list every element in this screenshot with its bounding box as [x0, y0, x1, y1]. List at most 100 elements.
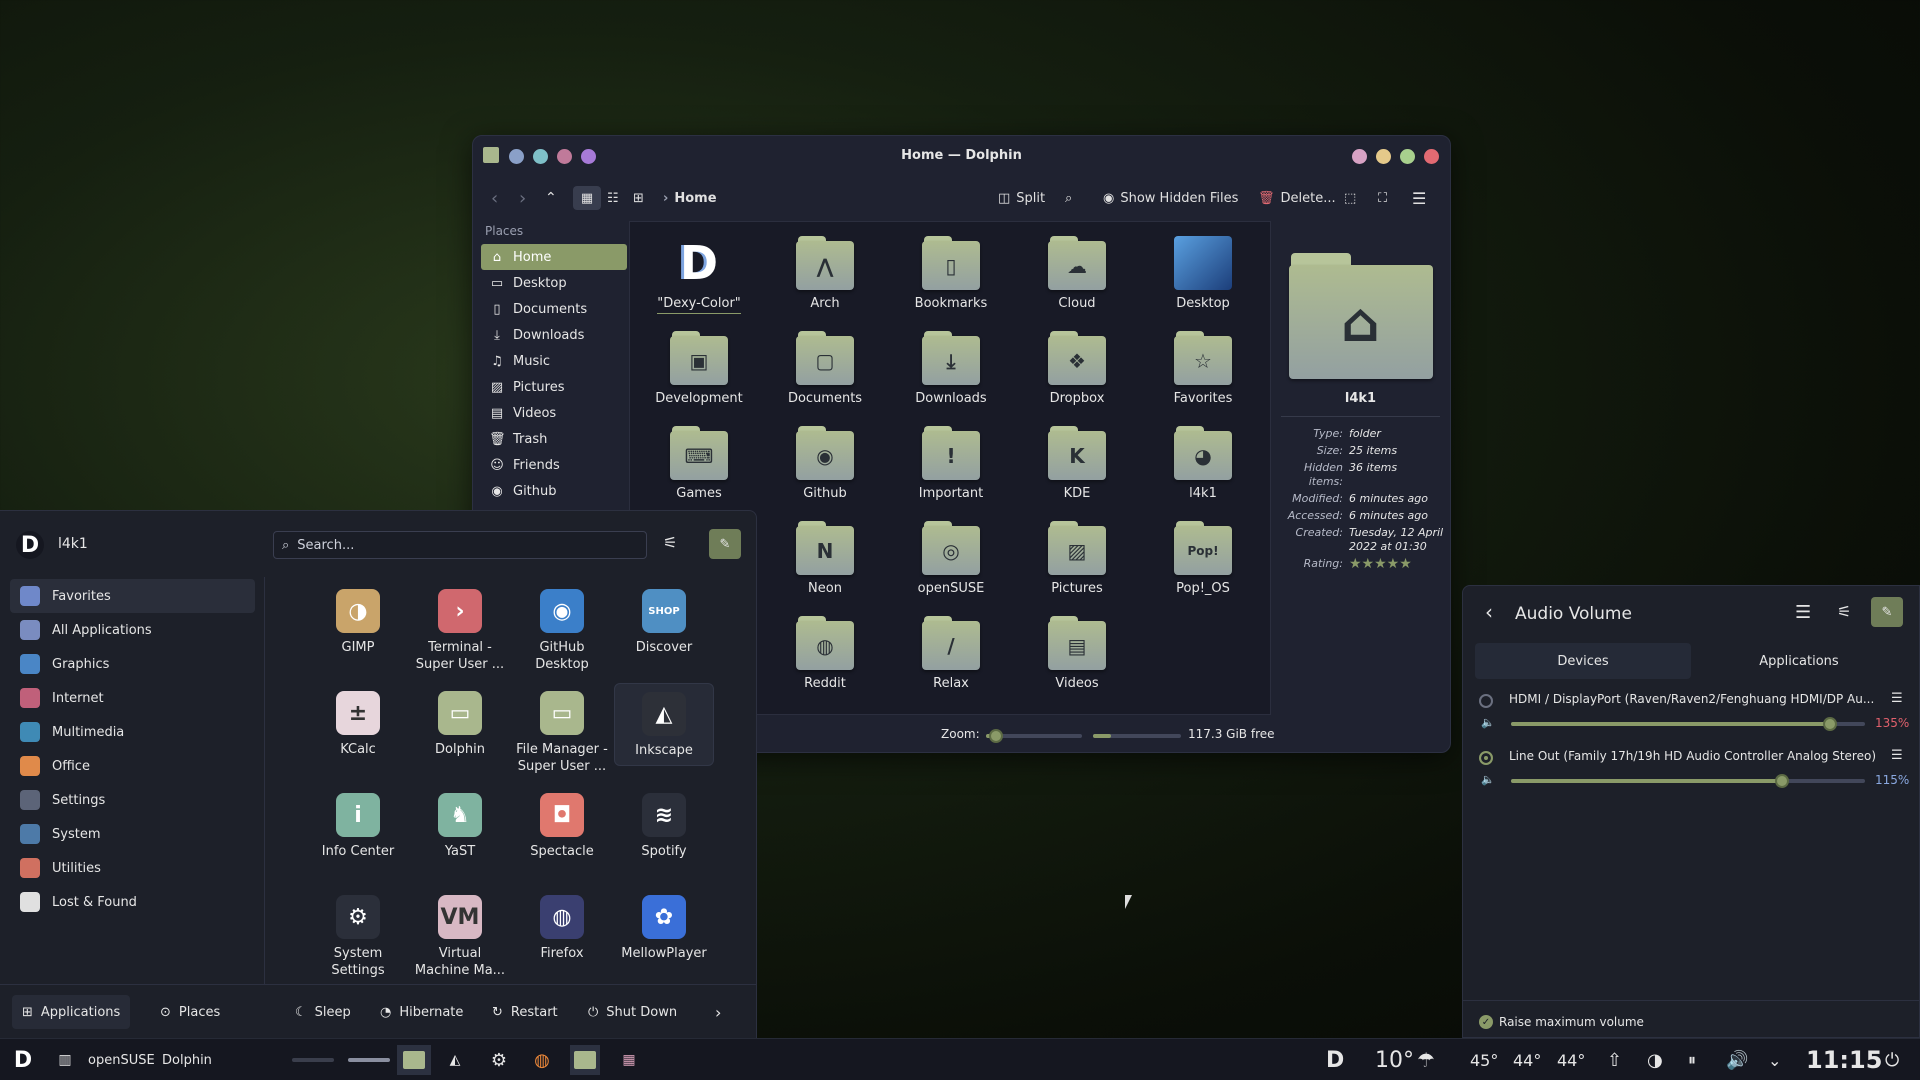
- hibernate-button[interactable]: ◔ Hibernate: [370, 995, 473, 1029]
- rating-stars[interactable]: ★★★★★: [1349, 557, 1448, 571]
- delete-button[interactable]: 🗑 Delete...: [1258, 186, 1336, 210]
- file-item[interactable]: ◍ Reddit: [770, 616, 880, 691]
- icons-view-button[interactable]: ▦: [573, 186, 601, 210]
- breadcrumb-home[interactable]: Home: [674, 191, 716, 206]
- tab-devices[interactable]: Devices: [1475, 643, 1691, 679]
- more-chevron-icon[interactable]: ›: [705, 995, 731, 1029]
- search-field[interactable]: ⌕ Search...: [273, 531, 647, 559]
- details-view-button[interactable]: ⊞: [633, 186, 644, 210]
- zoom-slider[interactable]: [986, 729, 1082, 743]
- task-inkscape-icon[interactable]: ◭: [440, 1045, 470, 1075]
- file-item[interactable]: ☁ Cloud: [1022, 236, 1132, 311]
- file-item[interactable]: ▣ Development: [644, 331, 754, 406]
- split-button[interactable]: ◫ Split: [998, 186, 1045, 210]
- file-item[interactable]: ▨ Pictures: [1022, 521, 1132, 596]
- restart-button[interactable]: ↻ Restart: [482, 995, 568, 1029]
- file-item[interactable]: Pop! Pop!_OS: [1148, 521, 1258, 596]
- volume-handle[interactable]: [1775, 774, 1790, 788]
- file-item[interactable]: D "Dexy-Color": [644, 236, 754, 314]
- clock[interactable]: 11:15: [1806, 1039, 1882, 1080]
- power-icon[interactable]: ⏻: [1885, 1039, 1899, 1080]
- sidebar-item-pictures[interactable]: ▨ Pictures: [481, 374, 627, 400]
- app-gimp[interactable]: ◑ GIMP: [308, 581, 408, 662]
- app-yast[interactable]: ♞ YaST: [410, 785, 510, 866]
- weather-rain-icon[interactable]: ☂: [1417, 1039, 1435, 1080]
- select-icon[interactable]: ⬚: [1344, 186, 1356, 210]
- back-icon[interactable]: ‹: [491, 186, 498, 210]
- category-utilities[interactable]: Utilities: [10, 851, 255, 885]
- tray-expand-chevron-icon[interactable]: ⌄: [1768, 1039, 1781, 1080]
- audio-pin-button[interactable]: ✎: [1871, 597, 1903, 627]
- device-menu-icon[interactable]: ☰: [1891, 748, 1903, 763]
- desktop-pager-1[interactable]: [292, 1058, 334, 1062]
- file-item[interactable]: ❖ Dropbox: [1022, 331, 1132, 406]
- file-item[interactable]: K KDE: [1022, 426, 1132, 501]
- cpu-temp[interactable]: 45°: [1470, 1039, 1498, 1080]
- app-spotify[interactable]: ≋ Spotify: [614, 785, 714, 866]
- app-info-center[interactable]: i Info Center: [308, 785, 408, 866]
- sidebar-item-github[interactable]: ◉ Github: [481, 478, 627, 504]
- sidebar-item-friends[interactable]: ☺ Friends: [481, 452, 627, 478]
- app-github-desktop[interactable]: ◉ GitHub Desktop: [512, 581, 612, 679]
- weather-temperature[interactable]: 10°: [1375, 1039, 1414, 1080]
- board-temp[interactable]: 44°: [1557, 1039, 1585, 1080]
- applications-tab[interactable]: ⊞ Applications: [12, 995, 131, 1029]
- file-item[interactable]: ⌨ Games: [644, 426, 754, 501]
- maximize-button[interactable]: [1376, 149, 1391, 164]
- fullscreen-icon[interactable]: ⛶: [1378, 186, 1387, 210]
- forward-icon[interactable]: ›: [519, 186, 526, 210]
- category-all-applications[interactable]: All Applications: [10, 613, 255, 647]
- app-spectacle[interactable]: ◘ Spectacle: [512, 785, 612, 866]
- file-item[interactable]: ! Important: [896, 426, 1006, 501]
- media-pause-icon[interactable]: ⏸: [1688, 1039, 1696, 1080]
- file-item[interactable]: Desktop: [1148, 236, 1258, 311]
- file-item[interactable]: ▤ Videos: [1022, 616, 1132, 691]
- pin-button[interactable]: ✎: [709, 529, 741, 559]
- app-virtual-machine[interactable]: VM Virtual Machine Ma...: [410, 887, 510, 985]
- night-color-icon[interactable]: ◑: [1647, 1039, 1663, 1080]
- file-item[interactable]: ⋀ Arch: [770, 236, 880, 311]
- task-dolphin-thumb[interactable]: [397, 1045, 431, 1075]
- zoom-handle[interactable]: [988, 729, 1003, 743]
- app-kcalc[interactable]: ± KCalc: [308, 683, 408, 764]
- file-item[interactable]: N Neon: [770, 521, 880, 596]
- show-hidden-files-button[interactable]: ◉ Show Hidden Files: [1103, 186, 1238, 210]
- app-terminal[interactable]: › Terminal - Super User ...: [410, 581, 510, 679]
- volume-slider[interactable]: [1511, 774, 1865, 788]
- configure-icon[interactable]: ⚟: [663, 533, 677, 552]
- sidebar-item-trash[interactable]: 🗑 Trash: [481, 426, 627, 452]
- task-kcalc-icon[interactable]: ▦: [614, 1045, 644, 1075]
- app-dolphin[interactable]: ▭ Dolphin: [410, 683, 510, 764]
- shutdown-button[interactable]: ⏻ Shut Down: [578, 995, 687, 1029]
- audio-configure-icon[interactable]: ⚟: [1837, 602, 1851, 621]
- sidebar-item-desktop[interactable]: ▭ Desktop: [481, 270, 627, 296]
- app-system-settings[interactable]: ⚙ System Settings: [308, 887, 408, 985]
- gpu-temp[interactable]: 44°: [1513, 1039, 1541, 1080]
- category-internet[interactable]: Internet: [10, 681, 255, 715]
- up-icon[interactable]: ⌃: [545, 186, 557, 210]
- compact-view-button[interactable]: ☷: [607, 186, 619, 210]
- category-office[interactable]: Office: [10, 749, 255, 783]
- speaker-icon[interactable]: 🔈: [1481, 773, 1495, 786]
- breadcrumb[interactable]: › Home: [663, 186, 717, 210]
- radio-icon[interactable]: [1479, 694, 1493, 708]
- file-item[interactable]: ☆ Favorites: [1148, 331, 1258, 406]
- app-file-manager[interactable]: ▭ File Manager - Super User ...: [512, 683, 612, 781]
- audio-menu-icon[interactable]: ☰: [1795, 602, 1811, 623]
- file-item[interactable]: ▢ Documents: [770, 331, 880, 406]
- search-icon[interactable]: ⌕: [1065, 186, 1072, 210]
- sidebar-item-downloads[interactable]: ⤓ Downloads: [481, 322, 627, 348]
- desktop-pager-2[interactable]: [348, 1058, 390, 1062]
- device-menu-icon[interactable]: ☰: [1891, 691, 1903, 706]
- task-firefox-icon[interactable]: ◍: [527, 1045, 557, 1075]
- file-item[interactable]: ◕ l4k1: [1148, 426, 1258, 501]
- sidebar-item-documents[interactable]: ▯ Documents: [481, 296, 627, 322]
- back-icon[interactable]: ‹: [1485, 600, 1493, 624]
- restore-button[interactable]: [1400, 149, 1415, 164]
- app-discover[interactable]: SHOP Discover: [614, 581, 714, 662]
- file-item[interactable]: / Relax: [896, 616, 1006, 691]
- category-graphics[interactable]: Graphics: [10, 647, 255, 681]
- category-multimedia[interactable]: Multimedia: [10, 715, 255, 749]
- speaker-icon[interactable]: 🔈: [1481, 716, 1495, 729]
- volume-handle[interactable]: [1822, 717, 1837, 731]
